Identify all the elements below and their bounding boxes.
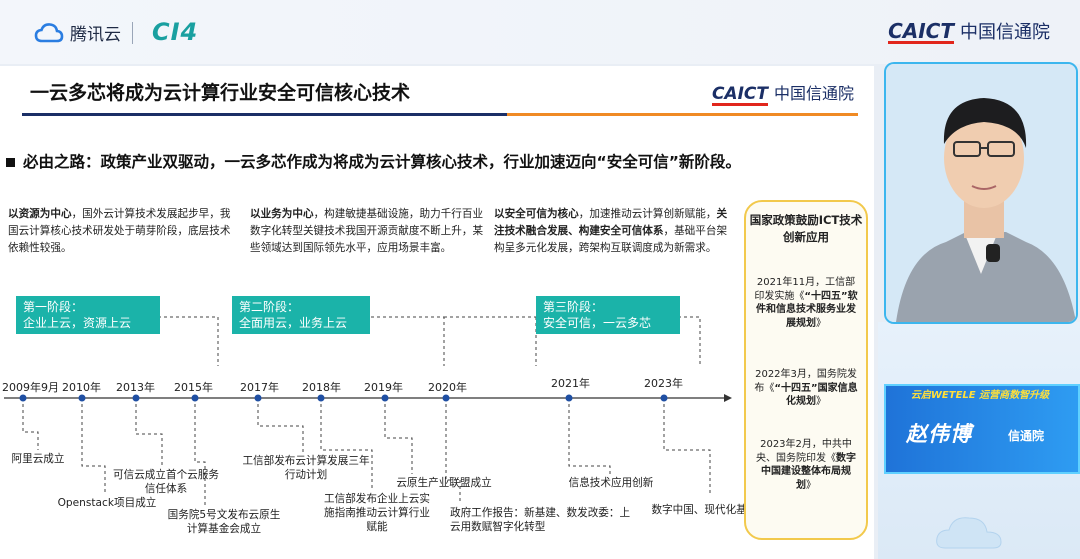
speaker-name: 赵伟博 [906, 422, 972, 446]
event-label: 政府工作报告：新基建、数发改委：上云用数赋智字化转型 [450, 507, 631, 533]
event-label: 工信部发布企业上云实施指南推动云计算行业赋能 [324, 493, 430, 533]
timeline-dot [442, 394, 450, 402]
timeline-arrow-icon [724, 394, 732, 402]
event-label: 阿里云成立 [11, 453, 65, 465]
cloud-icon [34, 22, 64, 42]
speaker-video [884, 62, 1078, 324]
tencent-cloud-label: 腾讯云 [70, 25, 121, 45]
year-label: 2009年9月 [2, 381, 59, 394]
stage-3-line1: 第三阶段： [543, 300, 604, 314]
timeline-dot [78, 394, 86, 402]
stage-1-line1: 第一阶段： [23, 300, 84, 314]
slide: 一云多芯将成为云计算行业安全可信核心技术 CAICT 中国信通院 必由之路：政策… [0, 66, 874, 559]
event-label: 国务院5号文发布云原生计算基金会成立 [167, 509, 281, 535]
event-label: 云原生产业联盟成立 [396, 477, 492, 489]
policy-title: 国家政策鼓励ICT技术创新应用 [749, 213, 863, 244]
event-label: 可信云成立首个云服务信任体系 [113, 469, 219, 495]
policy-item: 2021年11月，工信部印发实施《“十四五”软件和信息技术服务业发展规划》 [754, 276, 858, 330]
caict-logo-cn: 中国信通院 [960, 22, 1050, 43]
cloud-decoration-icon [936, 517, 1002, 549]
event-label: 信息技术应用创新 [568, 477, 654, 489]
year-label: 2019年 [364, 381, 403, 394]
year-label: 2013年 [116, 381, 155, 394]
policy-item: 2023年2月，中共中央、国务院印发《数字中国建设整体布局规划》 [754, 438, 858, 492]
policy-item-tail: 》 [816, 317, 826, 329]
timeline-dot [381, 394, 389, 402]
stage-2-label: 第二阶段： 全面用云，业务上云 [232, 296, 370, 334]
stage-2-line2: 全面用云，业务上云 [239, 316, 348, 330]
event-label: 工信部发布云计算发展三年行动计划 [242, 455, 370, 481]
year-label: 2010年 [62, 381, 101, 394]
policy-item-tail: 》 [806, 479, 816, 491]
stage-2-line1: 第二阶段： [239, 300, 300, 314]
nameplate-banner: 云启WETELE 运营商数智升级 [910, 390, 1050, 401]
event-label: Openstack项目成立 [57, 497, 157, 509]
year-label: 2020年 [428, 381, 467, 394]
policy-box: 国家政策鼓励ICT技术创新应用 2021年11月，工信部印发实施《“十四五”软件… [744, 200, 868, 540]
caict-logo-en: CAICT [888, 19, 954, 43]
timeline-dot [132, 394, 140, 402]
year-label: 2023年 [644, 377, 683, 390]
policy-item-tail: 》 [816, 396, 826, 407]
year-label: 2015年 [174, 381, 213, 394]
year-label: 2021年 [551, 377, 590, 390]
year-label: 2018年 [302, 381, 341, 394]
timeline-dot [660, 394, 668, 402]
timeline-dot [317, 394, 325, 402]
stage-1-line2: 企业上云，资源上云 [23, 316, 132, 330]
timeline-dot [19, 394, 27, 402]
stage-1-label: 第一阶段： 企业上云，资源上云 [16, 296, 160, 334]
speaker-org: 信通院 [1008, 429, 1045, 443]
timeline-dot [565, 394, 573, 402]
event-logo: CI4 [152, 18, 199, 46]
stage-3-label: 第三阶段： 安全可信，一云多芯 [536, 296, 680, 334]
timeline-dot [254, 394, 262, 402]
stage-3-line2: 安全可信，一云多芯 [543, 316, 652, 330]
policy-item: 2022年3月，国务院发布《“十四五”国家信息化规划》 [754, 368, 858, 409]
divider [132, 22, 133, 44]
tencent-cloud-logo: 腾讯云 [34, 20, 121, 45]
year-label: 2017年 [240, 381, 279, 394]
timeline-dot [191, 394, 199, 402]
speaker-avatar [886, 64, 1076, 322]
caict-logo-top: CAICT 中国信通院 [888, 18, 1050, 44]
